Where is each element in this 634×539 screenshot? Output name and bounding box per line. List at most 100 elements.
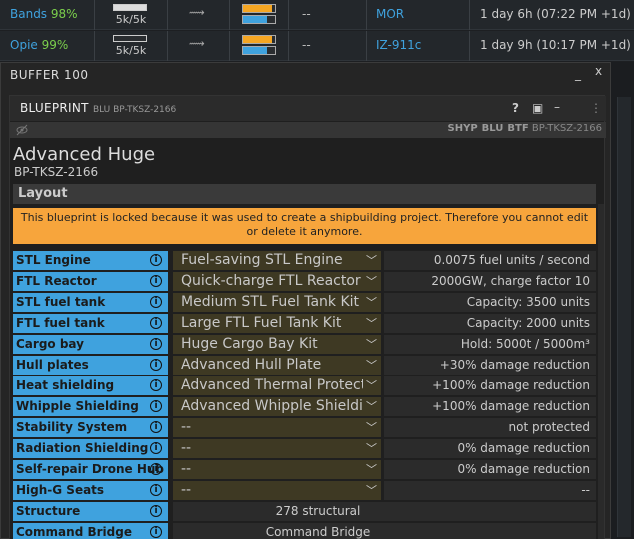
component-row: FTL Reactor i Quick-charge FTL Reactor ﹀ 200… bbox=[13, 272, 596, 291]
component-value: not protected bbox=[384, 418, 596, 437]
component-value: Hold: 5000t / 5000m³ bbox=[384, 335, 596, 354]
column-divider bbox=[167, 0, 168, 30]
component-label: Whipple Shielding i bbox=[13, 397, 168, 416]
component-value: -- bbox=[384, 481, 596, 500]
cargo-capacity: 5k/5k bbox=[111, 3, 151, 26]
component-label: Heat shielding i bbox=[13, 376, 168, 395]
eye-off-icon[interactable] bbox=[16, 124, 28, 136]
fuel-gauges bbox=[242, 33, 276, 57]
structure-label: Structure i bbox=[13, 502, 168, 521]
component-select[interactable]: Large FTL Fuel Tank Kit ﹀ bbox=[173, 314, 381, 333]
component-row: High-G Seats i -- ﹀ -- bbox=[13, 481, 596, 500]
buffer-title: BUFFER 100 bbox=[10, 68, 89, 82]
column-divider bbox=[167, 31, 168, 61]
component-select[interactable]: -- ﹀ bbox=[173, 418, 381, 437]
flight-arrow-icon: ⟿ bbox=[189, 37, 205, 50]
component-select[interactable]: Advanced Whipple Shieldin ﹀ bbox=[173, 397, 381, 416]
component-row: STL Engine i Fuel-saving STL Engine ﹀ 0.0075… bbox=[13, 251, 596, 270]
component-row: Heat shielding i Advanced Thermal Protecti… bbox=[13, 376, 596, 395]
stl-fuel-bar bbox=[242, 35, 276, 44]
component-label-text: FTL Reactor bbox=[16, 274, 97, 288]
chevron-down-icon: ﹀ bbox=[363, 314, 377, 333]
blueprint-panel: BLUEPRINT BLU BP-TKSZ-2166 ? ▣ – ⋮ SHYP B… bbox=[9, 95, 606, 539]
ship-name[interactable]: Bands 98% bbox=[10, 7, 78, 21]
column-divider bbox=[469, 0, 470, 30]
tag-command: BP-TKSZ-2166 bbox=[531, 123, 602, 134]
structure-row: Structure i 278 structural elements bbox=[13, 502, 596, 537]
info-icon[interactable]: i bbox=[150, 463, 162, 475]
chevron-down-icon: ﹀ bbox=[363, 397, 377, 416]
chevron-down-icon: ﹀ bbox=[363, 251, 377, 270]
tag-btf[interactable]: BTF bbox=[507, 123, 528, 134]
tag-blu[interactable]: BLU bbox=[482, 123, 504, 134]
component-value: 2000GW, charge factor 10 bbox=[384, 272, 596, 291]
ship-name-label: Bands bbox=[10, 7, 48, 21]
component-row: STL fuel tank i Medium STL Fuel Tank Kit ﹀ C… bbox=[13, 293, 596, 312]
info-icon[interactable]: i bbox=[150, 359, 162, 371]
component-row: Stability System i -- ﹀ not protected bbox=[13, 418, 596, 437]
minimize-icon[interactable]: – bbox=[554, 100, 560, 114]
component-select-value: Advanced Whipple Shieldin bbox=[181, 398, 372, 414]
component-row: Cargo bay i Huge Cargo Bay Kit ﹀ Hold: 5000t… bbox=[13, 335, 596, 354]
menu-icon[interactable]: ⋮ bbox=[590, 101, 602, 115]
component-label-text: STL fuel tank bbox=[16, 295, 106, 309]
popout-icon[interactable]: ▣ bbox=[532, 101, 543, 115]
blueprint-command: BLU BP-TKSZ-2166 bbox=[92, 105, 177, 115]
component-select[interactable]: Medium STL Fuel Tank Kit ﹀ bbox=[173, 293, 381, 312]
component-label: Hull plates i bbox=[13, 356, 168, 375]
layout-section-label: Layout bbox=[18, 186, 68, 201]
bridge-label: Command Bridge i bbox=[13, 523, 168, 539]
column-divider bbox=[469, 31, 470, 61]
app-root: { "fleet": [ {"name":"Bands","cond":"98%… bbox=[0, 0, 634, 539]
component-select[interactable]: Quick-charge FTL Reactor ﹀ bbox=[173, 272, 381, 291]
blueprint-header: BLUEPRINT BLU BP-TKSZ-2166 ? ▣ – ⋮ bbox=[10, 96, 606, 121]
info-icon[interactable]: i bbox=[150, 526, 162, 538]
component-select-value: Quick-charge FTL Reactor bbox=[181, 273, 361, 289]
chevron-down-icon: ﹀ bbox=[363, 376, 377, 395]
blueprint-title: Advanced Huge bbox=[13, 144, 156, 165]
ftl-fuel-bar bbox=[242, 46, 276, 55]
fuel-gauges bbox=[242, 2, 276, 26]
blueprint-scrollbar[interactable] bbox=[598, 204, 604, 539]
component-row: FTL fuel tank i Large FTL Fuel Tank Kit ﹀ Ca… bbox=[13, 314, 596, 333]
chevron-down-icon: ﹀ bbox=[363, 356, 377, 375]
fleet-row[interactable]: Bands 98% 5k/5k ⟿ -- MOR 1 day 6h (07:22 PM +… bbox=[0, 0, 634, 30]
component-label: Stability System i bbox=[13, 418, 168, 437]
info-icon[interactable]: i bbox=[150, 505, 162, 517]
column-divider bbox=[229, 31, 230, 61]
component-select-value: Fuel-saving STL Engine bbox=[181, 252, 343, 268]
info-icon[interactable]: i bbox=[150, 296, 162, 308]
ship-name[interactable]: Opie 99% bbox=[10, 38, 68, 52]
component-select[interactable]: Huge Cargo Bay Kit ﹀ bbox=[173, 335, 381, 354]
component-select[interactable]: Fuel-saving STL Engine ﹀ bbox=[173, 251, 381, 270]
component-select[interactable]: Advanced Thermal Protecti ﹀ bbox=[173, 376, 381, 395]
info-icon[interactable]: i bbox=[150, 338, 162, 350]
component-select-value: -- bbox=[181, 419, 192, 435]
component-select[interactable]: Advanced Hull Plate ﹀ bbox=[173, 356, 381, 375]
buffer-minimize-button[interactable]: _ bbox=[575, 67, 581, 81]
side-panel-scrollbar[interactable] bbox=[617, 97, 631, 537]
component-label-text: Cargo bay bbox=[16, 337, 84, 351]
component-select[interactable]: -- ﹀ bbox=[173, 439, 381, 458]
component-select[interactable]: -- ﹀ bbox=[173, 481, 381, 500]
component-select[interactable]: -- ﹀ bbox=[173, 460, 381, 479]
ship-destination[interactable]: MOR bbox=[376, 7, 404, 21]
help-icon[interactable]: ? bbox=[512, 101, 519, 115]
component-value: +30% damage reduction bbox=[384, 356, 596, 375]
fleet-row[interactable]: Opie 99% 5k/5k ⟿ -- IZ-911c 1 day 9h (10:17 P… bbox=[0, 31, 634, 61]
info-icon[interactable]: i bbox=[150, 275, 162, 287]
column-divider bbox=[288, 0, 289, 30]
tag-shyp[interactable]: SHYP bbox=[448, 123, 478, 134]
info-icon[interactable]: i bbox=[150, 317, 162, 329]
info-icon[interactable]: i bbox=[150, 254, 162, 266]
ship-destination[interactable]: IZ-911c bbox=[376, 38, 421, 52]
info-icon[interactable]: i bbox=[150, 442, 162, 454]
info-icon[interactable]: i bbox=[150, 421, 162, 433]
info-icon[interactable]: i bbox=[150, 400, 162, 412]
info-icon[interactable]: i bbox=[150, 379, 162, 391]
info-icon[interactable]: i bbox=[150, 484, 162, 496]
component-label-text: Heat shielding bbox=[16, 378, 115, 392]
buffer-close-button[interactable]: x bbox=[595, 64, 602, 78]
ftl-fuel-fill bbox=[243, 16, 267, 23]
column-divider bbox=[288, 31, 289, 61]
